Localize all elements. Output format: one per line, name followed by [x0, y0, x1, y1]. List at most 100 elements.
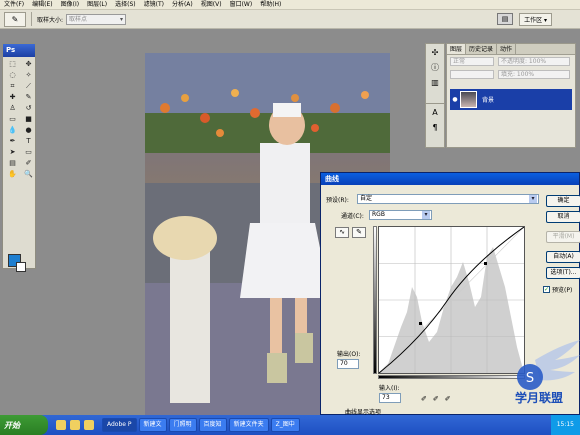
toolbox-title: Ps: [3, 44, 35, 57]
eraser-tool-icon[interactable]: ▭: [5, 114, 20, 124]
menu-bar: 文件(F) 编辑(E) 图像(I) 图层(L) 选择(S) 滤镜(T) 分析(A…: [0, 0, 580, 10]
black-point-eyedropper-icon[interactable]: ✐: [421, 395, 427, 403]
input-label: 输入(I):: [379, 385, 400, 392]
menu-layer[interactable]: 图层(L): [83, 0, 111, 10]
system-clock: 15:15: [550, 415, 580, 435]
layer-name: 背景: [482, 97, 495, 104]
navigator-icon[interactable]: ✣: [432, 48, 439, 57]
taskbar-item-z[interactable]: Z_图中: [270, 418, 300, 432]
history-brush-icon[interactable]: ↺: [21, 103, 36, 113]
gray-point-eyedropper-icon[interactable]: ✐: [433, 395, 439, 403]
watermark-text: 学月联盟: [515, 390, 563, 405]
info-icon[interactable]: ⓘ: [431, 63, 439, 72]
dodge-tool-icon[interactable]: ●: [21, 125, 36, 135]
input-gradient-bar: [378, 375, 525, 379]
fill-field[interactable]: 填充: 100%: [498, 70, 570, 79]
path-select-icon[interactable]: ➤: [5, 147, 20, 157]
blend-mode-select[interactable]: 正常: [450, 57, 494, 66]
pencil-mode-icon[interactable]: ✎: [352, 227, 366, 238]
menu-select[interactable]: 选择(S): [111, 0, 140, 10]
palette-well-icon[interactable]: ▤: [497, 13, 514, 25]
brush-tool-icon[interactable]: ✎: [21, 92, 36, 102]
eyedropper-preset-button[interactable]: ✎: [4, 11, 26, 27]
taskbar-item-photoshop[interactable]: Adobe P: [102, 418, 137, 432]
start-button[interactable]: 开始: [0, 415, 48, 435]
preview-label: 预览(P): [552, 287, 573, 294]
taskbar-item-baidu[interactable]: 百度知: [198, 418, 227, 432]
crop-tool-icon[interactable]: ⌗: [5, 81, 20, 91]
channel-select[interactable]: RGB: [369, 210, 432, 220]
panel-dock-strip-2: A ¶: [425, 103, 445, 148]
ok-button[interactable]: 确定: [546, 195, 580, 207]
magic-wand-tool-icon[interactable]: ✧: [21, 70, 36, 80]
shape-tool-icon[interactable]: ▭: [21, 147, 36, 157]
sample-size-select[interactable]: 取样点: [66, 13, 127, 25]
pen-tool-icon[interactable]: ✒: [5, 136, 20, 146]
preset-select[interactable]: 自定: [357, 194, 539, 204]
input-field[interactable]: 73: [379, 393, 401, 403]
slice-tool-icon[interactable]: ⟋: [21, 81, 36, 91]
options-bar: ✎ 取样大小: 取样点 ▤ 工作区 ▾: [0, 10, 580, 29]
toolbox: Ps ⬚ ✥ ◌ ✧ ⌗ ⟋ ✚ ✎ ♙ ↺ ▭ ■ 💧 ● ✒ T ➤ ▭ ▤…: [2, 43, 36, 272]
tab-actions[interactable]: 动作: [497, 44, 517, 54]
quick-launch-icon[interactable]: [84, 420, 94, 430]
eyedropper-icon: ✎: [11, 14, 19, 24]
clone-stamp-icon[interactable]: ♙: [5, 103, 20, 113]
menu-analysis[interactable]: 分析(A): [168, 0, 197, 10]
tab-history[interactable]: 历史记录: [466, 44, 498, 54]
start-label: 开始: [4, 420, 20, 430]
move-tool-icon[interactable]: ✥: [21, 59, 36, 69]
menu-help[interactable]: 帮助(H): [256, 0, 285, 10]
auto-button[interactable]: 自动(A): [546, 251, 580, 263]
menu-view[interactable]: 视图(V): [197, 0, 226, 10]
layers-panel: 图层 历史记录 动作 正常 不透明度: 100% 填充: 100% ● 背景: [446, 43, 576, 148]
layer-row-background[interactable]: ● 背景: [450, 89, 572, 110]
cancel-button[interactable]: 取消: [546, 211, 580, 223]
taskbar-item-new-doc[interactable]: 新建文: [138, 418, 167, 432]
layer-thumbnail: [460, 91, 477, 108]
notes-tool-icon[interactable]: ▤: [5, 158, 20, 168]
curves-graph[interactable]: [378, 226, 525, 374]
preview-checkbox[interactable]: ✓ 预览(P): [543, 285, 572, 294]
quick-launch-icon[interactable]: [70, 420, 80, 430]
smooth-button[interactable]: 平滑(M): [546, 231, 580, 243]
taskbar-item-lighting[interactable]: 门照明: [168, 418, 197, 432]
hand-tool-icon[interactable]: ✋: [5, 169, 20, 179]
curves-graph-svg: [378, 226, 525, 374]
options-button[interactable]: 选项(T)...: [546, 267, 580, 279]
marquee-tool-icon[interactable]: ⬚: [5, 59, 20, 69]
curve-point-mode-icon[interactable]: ∿: [335, 227, 349, 238]
menu-file[interactable]: 文件(F): [0, 0, 28, 10]
output-field[interactable]: 70: [337, 359, 359, 369]
menu-window[interactable]: 窗口(W): [226, 0, 257, 10]
workspace-button[interactable]: 工作区 ▾: [519, 12, 552, 26]
preset-label: 预设(R):: [326, 197, 349, 204]
quick-launch-icon[interactable]: [56, 420, 66, 430]
menu-image[interactable]: 图像(I): [57, 0, 83, 10]
paragraph-icon[interactable]: ¶: [432, 123, 437, 132]
character-icon[interactable]: A: [432, 108, 437, 117]
tab-layers[interactable]: 图层: [447, 44, 467, 54]
menu-filter[interactable]: 滤镜(T): [140, 0, 168, 10]
histogram-icon[interactable]: ▥: [431, 78, 439, 87]
sample-size-label: 取样大小:: [37, 16, 64, 24]
eyedropper-tool-icon[interactable]: ✐: [21, 158, 36, 168]
checkmark-icon: ✓: [543, 286, 550, 293]
eye-icon[interactable]: ●: [450, 96, 460, 103]
type-tool-icon[interactable]: T: [21, 136, 36, 146]
healing-brush-icon[interactable]: ✚: [5, 92, 20, 102]
taskbar: 开始 Adobe P 新建文 门照明 百度知 新建文件夹 Z_图中 15:15: [0, 415, 580, 435]
lock-options[interactable]: [450, 70, 494, 79]
menu-edit[interactable]: 编辑(E): [28, 0, 56, 10]
dialog-title: 曲线: [321, 173, 579, 185]
white-point-eyedropper-icon[interactable]: ✐: [445, 395, 451, 403]
blur-tool-icon[interactable]: 💧: [5, 125, 20, 135]
zoom-tool-icon[interactable]: 🔍: [21, 169, 36, 179]
background-color-swatch[interactable]: [16, 262, 26, 272]
svg-text:S: S: [526, 371, 534, 386]
taskbar-item-new-folder[interactable]: 新建文件夹: [228, 418, 269, 432]
opacity-field[interactable]: 不透明度: 100%: [498, 57, 570, 66]
gradient-tool-icon[interactable]: ■: [21, 114, 36, 124]
lasso-tool-icon[interactable]: ◌: [5, 70, 20, 80]
output-label: 输出(O):: [337, 351, 361, 358]
